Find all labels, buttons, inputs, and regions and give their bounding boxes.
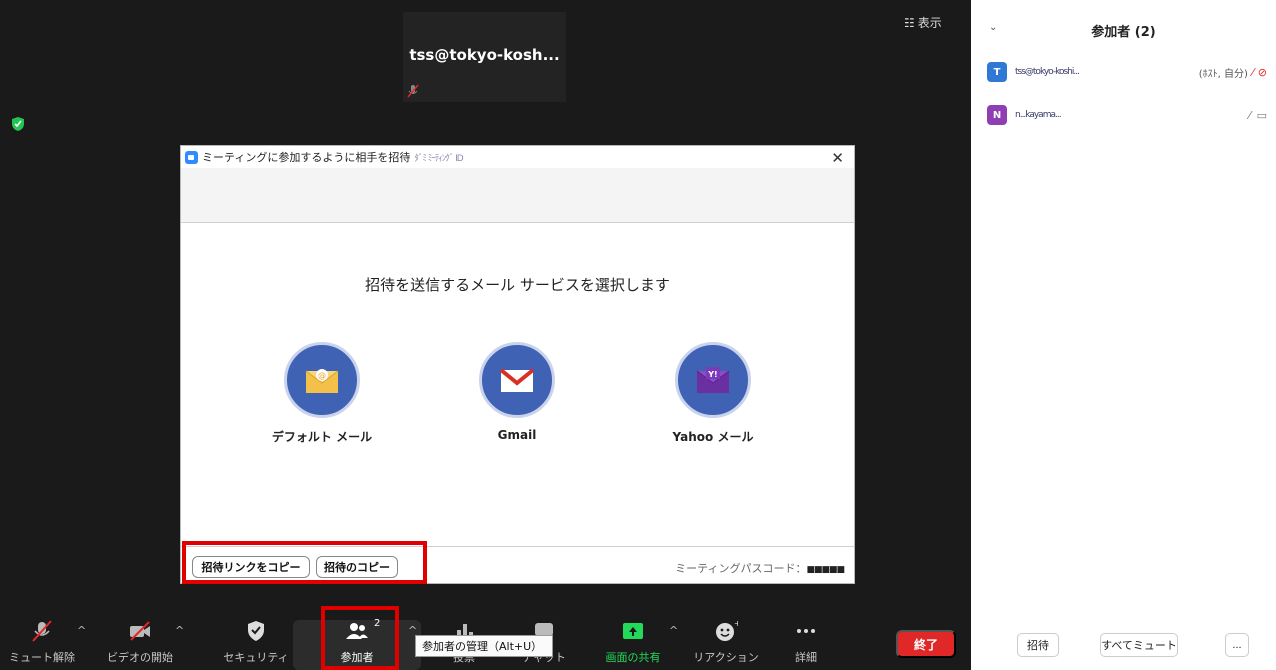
dialog-header-band — [181, 168, 854, 223]
meeting-area: tss@tokyo-kosh... ☷ 表示 ミーティングに参加するように相手を… — [0, 0, 971, 670]
more-button[interactable]: 詳細 — [770, 604, 842, 670]
mute-all-button[interactable]: すべてミュート — [1100, 633, 1178, 657]
reactions-button[interactable]: + リアクション — [690, 604, 762, 670]
participant-name: n...kayama... — [1015, 110, 1062, 120]
participants-panel: ⌄ 参加者 (2) T tss@tokyo-koshi... (ﾎｽﾄ, 自分)… — [971, 0, 1276, 670]
participants-panel-title: 参加者 (2) — [1091, 25, 1156, 40]
participant-row[interactable]: T tss@tokyo-koshi... (ﾎｽﾄ, 自分) ⁄ ⊘ — [987, 61, 1267, 83]
participants-tooltip: 参加者の管理（Alt+U） — [415, 635, 553, 657]
encryption-shield-icon — [12, 117, 24, 131]
participant-row[interactable]: N n...kayama... ⁄ ▭ — [987, 104, 1267, 126]
envelope-at-icon: @ — [284, 342, 360, 418]
share-screen-icon — [623, 623, 643, 639]
participants-highlight — [321, 606, 399, 670]
passcode-value: ■■■■■ — [806, 565, 845, 575]
invite-button[interactable]: 招待 — [1017, 633, 1059, 657]
muted-mic-icon — [32, 620, 52, 642]
participant-name: tss@tokyo-koshi... — [1015, 67, 1080, 77]
copy-buttons-highlight — [182, 541, 427, 584]
end-meeting-button[interactable]: 終了 — [896, 630, 956, 658]
share-screen-button[interactable]: 画面の共有 — [597, 604, 669, 670]
svg-text:Y!: Y! — [707, 370, 717, 379]
svg-text:@: @ — [318, 371, 326, 380]
meeting-toolbar: ミュート解除 ^ ビデオの開始 ^ セキュリティ 2 参加者 ^ 投票 チャット… — [0, 604, 971, 670]
muted-mic-icon: ⁄ — [1251, 65, 1254, 79]
zoom-logo-icon — [185, 150, 198, 164]
more-icon — [797, 629, 815, 633]
view-button[interactable]: ☷ 表示 — [904, 14, 942, 31]
zoom-meeting-window: tss@tokyo-kosh... ☷ 表示 ミーティングに参加するように相手を… — [0, 0, 1276, 670]
video-options-caret[interactable]: ^ — [175, 624, 184, 637]
gmail-option[interactable]: Gmail — [442, 342, 592, 442]
dialog-titlebar: ミーティングに参加するように相手を招待 ﾀﾞﾐ ﾐｰﾃｨﾝｸﾞ ID — [181, 146, 854, 168]
audio-options-caret[interactable]: ^ — [77, 624, 86, 637]
yahoo-icon: Y! — [675, 342, 751, 418]
default-mail-label: デフォルト メール — [271, 430, 373, 444]
muted-mic-icon — [407, 84, 419, 98]
more-label: 詳細 — [795, 651, 817, 664]
share-options-caret[interactable]: ^ — [669, 624, 678, 637]
more-options-button[interactable]: ... — [1225, 633, 1249, 657]
reaction-icon: + — [716, 620, 738, 641]
avatar: T — [987, 62, 1007, 82]
participant-status: (ﾎｽﾄ, 自分) — [1198, 68, 1248, 80]
unmute-button[interactable]: ミュート解除 — [6, 604, 78, 670]
grid-icon: ☷ — [904, 15, 915, 30]
default-mail-option[interactable]: @ デフォルト メール — [247, 342, 397, 445]
avatar: N — [987, 105, 1007, 125]
unmute-label: ミュート解除 — [9, 651, 75, 664]
participant-video-tile[interactable]: tss@tokyo-kosh... — [403, 12, 566, 102]
video-off-icon: ⊘ — [1257, 65, 1267, 79]
video-off-icon — [130, 621, 150, 641]
dialog-heading: 招待を送信するメール サービスを選択します — [365, 276, 670, 294]
view-label: 表示 — [917, 16, 942, 30]
start-video-label: ビデオの開始 — [107, 651, 173, 664]
close-icon[interactable]: ✕ — [831, 149, 844, 167]
reactions-label: リアクション — [693, 651, 759, 664]
security-button[interactable]: セキュリティ — [220, 604, 292, 670]
gmail-label: Gmail — [497, 428, 537, 442]
svg-text:+: + — [734, 620, 738, 628]
gmail-icon — [479, 342, 555, 418]
security-label: セキュリティ — [223, 651, 289, 664]
video-icon: ▭ — [1256, 108, 1267, 122]
start-video-button[interactable]: ビデオの開始 — [104, 604, 176, 670]
tile-participant-name: tss@tokyo-kosh... — [409, 46, 560, 64]
yahoo-mail-option[interactable]: Y! Yahoo メール — [638, 342, 788, 445]
meeting-passcode: ミーティングパスコード：■■■■■ — [675, 560, 845, 576]
passcode-label: ミーティングパスコード： — [675, 562, 807, 575]
share-screen-label: 画面の共有 — [605, 651, 661, 664]
dialog-title-meeting-id: ﾀﾞﾐ ﾐｰﾃｨﾝｸﾞ ID — [414, 153, 463, 164]
shield-icon — [248, 621, 264, 641]
mic-icon: ⁄ — [1248, 108, 1251, 122]
yahoo-mail-label: Yahoo メール — [672, 430, 754, 444]
dialog-title: ミーティングに参加するように相手を招待 — [202, 151, 411, 164]
invite-dialog: ミーティングに参加するように相手を招待 ﾀﾞﾐ ﾐｰﾃｨﾝｸﾞ ID ✕ 招待を… — [180, 145, 855, 584]
